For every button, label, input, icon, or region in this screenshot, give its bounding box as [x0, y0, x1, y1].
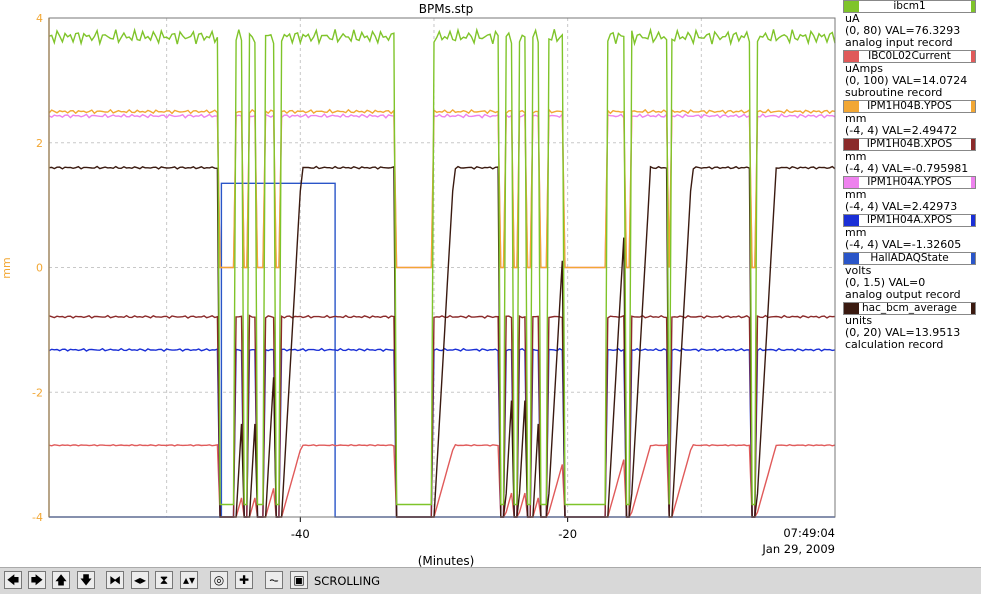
auto-scale-button[interactable]: ◎	[210, 571, 228, 589]
config-icon: ⏦	[269, 573, 279, 587]
legend-range-value: (-4, 4) VAL=2.49472	[845, 124, 958, 137]
y-tick-label: 2	[36, 137, 43, 150]
legend-series-label: IPM1H04A.YPOS	[867, 176, 952, 188]
scroll-up-icon: 🡅	[54, 573, 68, 587]
y-tick-label: 4	[36, 12, 43, 25]
scrolling-toggle-button[interactable]: ▣	[290, 571, 308, 589]
legend-record-type: analog output record	[845, 288, 961, 301]
legend-swatch	[844, 1, 859, 12]
zoom-out-x-icon: ◂▸	[133, 573, 147, 587]
zoom-in-y-button[interactable]: ⧗	[155, 571, 173, 589]
y-tick-label: -2	[32, 386, 43, 399]
scroll-left-icon: 🡄	[6, 573, 20, 587]
legend-swatch	[971, 177, 975, 188]
x-tick-label: -20	[558, 527, 577, 541]
legend-swatch	[844, 101, 859, 112]
legend-swatch	[844, 215, 859, 226]
legend-record-type: calculation record	[845, 338, 944, 351]
legend-swatch	[971, 1, 975, 12]
legend-swatch	[844, 253, 859, 264]
scrolling-toggle-icon: ▣	[293, 573, 305, 587]
legend-series-name[interactable]: ibcm1	[843, 0, 976, 13]
stripchart-plot[interactable]: -4-2024-40 -20 BPMs.stp (Minutes) mm 07:4…	[0, 0, 843, 567]
scroll-up-button[interactable]: 🡅	[52, 571, 70, 589]
zoom-in-y-icon: ⧗	[159, 573, 169, 587]
config-button[interactable]: ⏦	[265, 571, 283, 589]
legend-series-label: ibcm1	[893, 0, 926, 12]
zoom-out-y-icon: ▴▾	[182, 573, 196, 587]
time-label: 07:49:04	[783, 526, 835, 540]
scroll-down-icon: 🡇	[79, 573, 93, 587]
zoom-out-x-button[interactable]: ◂▸	[131, 571, 149, 589]
legend-record-type: subroutine record	[845, 86, 943, 99]
legend-record-type: analog input record	[845, 36, 953, 49]
date-label: Jan 29, 2009	[761, 542, 835, 556]
legend-range-value: (-4, 4) VAL=-0.795981	[845, 162, 969, 175]
scroll-right-icon: 🡆	[30, 573, 44, 587]
legend-range-value: (-4, 4) VAL=2.42973	[845, 200, 958, 213]
add-trace-icon: ✚	[238, 573, 250, 587]
toolbar: 🡄 🡆 🡅 🡇 ⧓ ◂▸ ⧗ ▴▾ ◎ ✚ ⏦ ▣ SCROLLING	[0, 567, 981, 594]
scroll-right-button[interactable]: 🡆	[28, 571, 46, 589]
plot-grid	[49, 17, 836, 518]
y-axis-label: mm	[0, 257, 13, 278]
legend-series-label: IPM1H04B.YPOS	[867, 100, 952, 112]
legend-series-label: IPM1H04A.XPOS	[866, 214, 953, 226]
auto-scale-icon: ◎	[213, 573, 225, 587]
zoom-out-y-button[interactable]: ▴▾	[180, 571, 198, 589]
legend-swatch	[971, 253, 975, 264]
legend-swatch	[971, 303, 975, 314]
add-trace-button[interactable]: ✚	[235, 571, 253, 589]
scroll-left-button[interactable]: 🡄	[4, 571, 22, 589]
legend-swatch	[971, 51, 975, 62]
x-tick-label: -40	[291, 527, 310, 541]
legend-series-label: IBC0L02Current	[868, 50, 951, 62]
legend-swatch	[971, 215, 975, 226]
legend-swatch	[844, 51, 859, 62]
chart-title: BPMs.stp	[419, 2, 473, 16]
scroll-down-button[interactable]: 🡇	[77, 571, 95, 589]
zoom-in-x-button[interactable]: ⧓	[106, 571, 124, 589]
y-tick-label: 0	[36, 262, 43, 275]
legend-range-value: (-4, 4) VAL=-1.32605	[845, 238, 962, 251]
legend-series-label: HallADAQState	[870, 252, 949, 264]
legend: ibcm1 uA (0, 80) VAL=76.3293 analog input r…	[843, 0, 981, 565]
legend-swatch	[971, 139, 975, 150]
legend-swatch	[844, 177, 859, 188]
legend-series-label: hac_bcm_average	[861, 302, 957, 314]
legend-series-label: IPM1H04B.XPOS	[866, 138, 953, 150]
zoom-in-x-icon: ⧓	[109, 573, 121, 587]
legend-swatch	[844, 303, 859, 314]
x-axis-label: (Minutes)	[418, 554, 475, 567]
legend-swatch	[844, 139, 859, 150]
legend-swatch	[971, 101, 975, 112]
scrolling-status: SCROLLING	[314, 574, 381, 588]
y-tick-label: -4	[32, 511, 43, 524]
